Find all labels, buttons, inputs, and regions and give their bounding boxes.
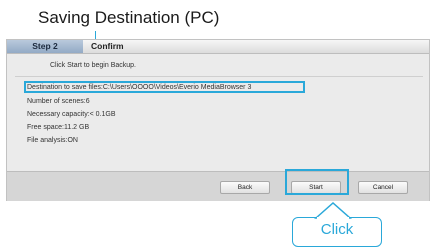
step-title: Confirm	[91, 41, 124, 51]
free-space-text: Free space:11.2 GB	[27, 124, 90, 131]
step-header: Step 2 Confirm	[7, 40, 429, 54]
file-analysis-text: File analysis:ON	[27, 137, 78, 144]
destination-highlight-frame	[24, 81, 305, 93]
necessary-capacity-text: Necessary capacity:< 0.1GB	[27, 111, 116, 118]
back-button[interactable]: Back	[220, 181, 270, 194]
click-callout: Click	[292, 217, 382, 247]
callout-title: Saving Destination (PC)	[38, 8, 220, 27]
step-label: Step 2	[7, 40, 83, 53]
callout-pointer-icon	[314, 201, 352, 220]
divider	[15, 76, 423, 77]
cancel-button[interactable]: Cancel	[358, 181, 408, 194]
instruction-text: Click Start to begin Backup.	[50, 62, 136, 69]
button-bar: Back Start Cancel	[7, 171, 429, 201]
click-callout-label: Click	[320, 221, 354, 238]
scene-count-text: Number of scenes:6	[27, 98, 90, 105]
backup-dialog: Step 2 Confirm Click Start to begin Back…	[6, 39, 430, 201]
start-highlight-frame	[285, 169, 349, 195]
